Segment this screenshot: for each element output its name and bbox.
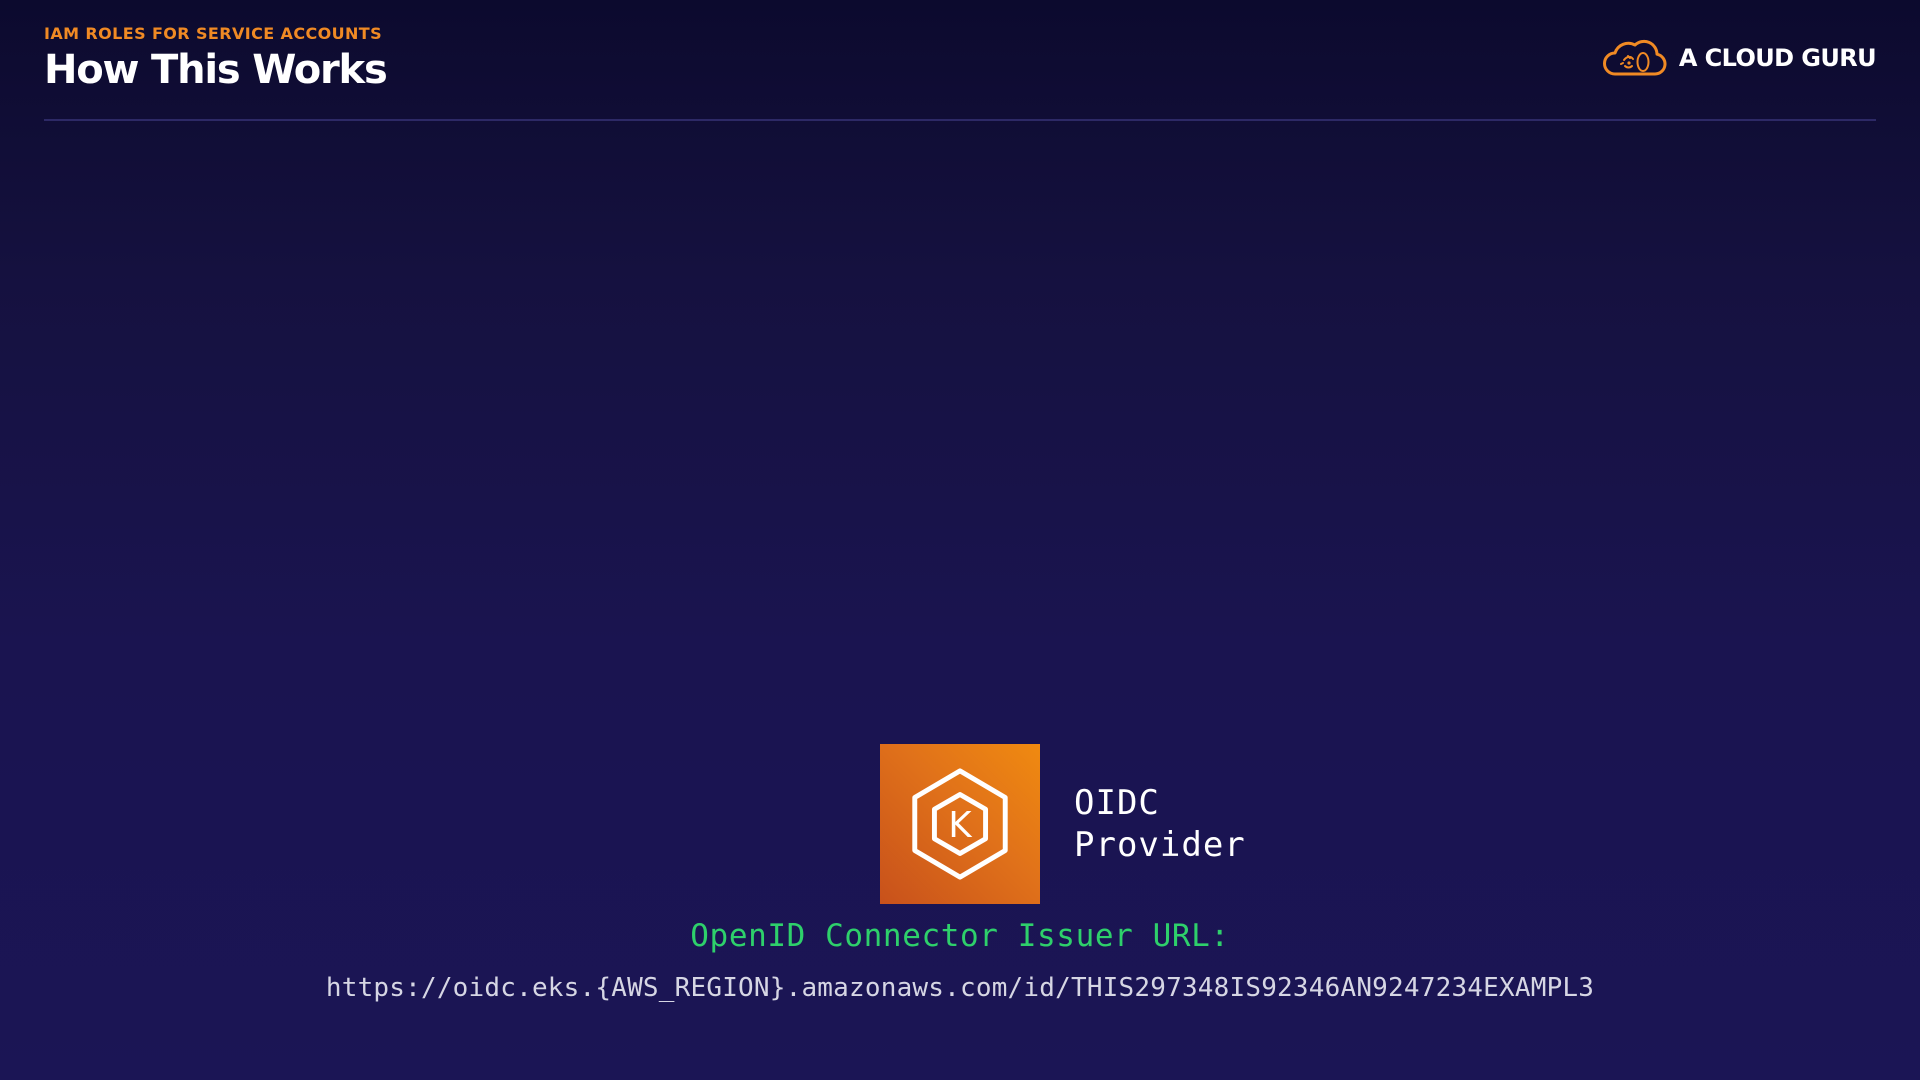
svg-text:K: K [948, 805, 972, 846]
issuer-url-label: OpenID Connector Issuer URL: [690, 918, 1230, 954]
brand-logo: A CLOUD GURU [1602, 36, 1877, 80]
section-eyebrow: IAM ROLES FOR SERVICE ACCOUNTS [44, 24, 383, 43]
oidc-provider: K OIDC Provider [880, 744, 1246, 904]
brand-name: A CLOUD GURU [1678, 44, 1877, 72]
slide-header: IAM ROLES FOR SERVICE ACCOUNTS How This … [44, 24, 388, 94]
cloud-logo-icon [1602, 39, 1667, 76]
provider-label-line2: Provider [1074, 825, 1246, 865]
slide-title: How This Works [44, 47, 388, 93]
provider-label: OIDC Provider [1074, 782, 1246, 866]
issuer-url: https://oidc.eks.{AWS_REGION}.amazonaws.… [325, 973, 1595, 1003]
eks-kubernetes-icon: K [880, 744, 1040, 904]
provider-label-line1: OIDC [1074, 783, 1160, 823]
header-divider [44, 119, 1876, 121]
